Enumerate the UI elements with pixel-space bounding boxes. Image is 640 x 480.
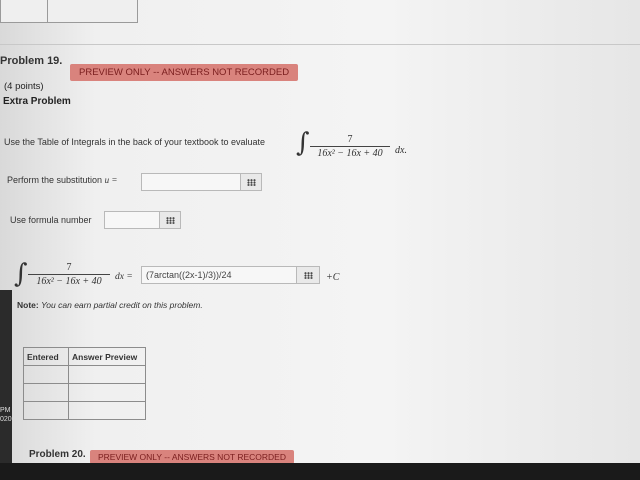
- taskbar-strip: PM 020: [0, 290, 12, 465]
- answer-integrand-numerator: 7: [66, 262, 72, 273]
- answer-integrand-fraction: 7 16x² − 16x + 40: [28, 262, 110, 287]
- integrand-denominator: 16x² − 16x + 40: [317, 148, 383, 159]
- problem-20-title: Problem 20.: [29, 449, 86, 460]
- equation-editor-icon[interactable]: [159, 211, 181, 229]
- preview-only-badge: PREVIEW ONLY -- ANSWERS NOT RECORDED: [90, 450, 294, 464]
- table-cell: [1, 0, 48, 22]
- substitution-input[interactable]: [141, 173, 241, 191]
- answer-differential: dx =: [115, 272, 133, 282]
- table-cell: [68, 401, 146, 420]
- table-cell: [68, 365, 146, 384]
- equation-editor-icon[interactable]: [296, 266, 320, 284]
- table-row: [23, 401, 146, 420]
- table-cell: [68, 383, 146, 402]
- formula-number-input[interactable]: [104, 211, 160, 229]
- plus-c: +C: [326, 272, 340, 283]
- substitution-label: Perform the substitution u =: [7, 175, 117, 185]
- table-cell: [23, 401, 69, 420]
- fraction-bar: [310, 146, 390, 147]
- substitution-variable: u =: [104, 175, 118, 185]
- note-label: Note:: [17, 300, 39, 310]
- webwork-page: Problem 19. PREVIEW ONLY -- ANSWERS NOT …: [0, 0, 640, 480]
- previous-answer-table: [0, 0, 138, 23]
- fraction-bar: [28, 274, 110, 275]
- integrand-numerator: 7: [347, 134, 353, 145]
- substitution-label-text: Perform the substitution: [7, 175, 103, 185]
- answer-integral-sign: ∫: [14, 259, 28, 289]
- table-row: [23, 383, 146, 402]
- equation-editor-icon[interactable]: [240, 173, 262, 191]
- integrand-fraction: 7 16x² − 16x + 40: [310, 134, 390, 159]
- instruction-text: Use the Table of Integrals in the back o…: [4, 137, 265, 147]
- antiderivative-input[interactable]: (7arctan((2x-1)/3))/24: [141, 266, 297, 284]
- differential: dx.: [395, 145, 407, 156]
- column-header-answer-preview: Answer Preview: [68, 347, 146, 366]
- table-header-row: Entered Answer Preview: [23, 347, 146, 366]
- divider: [0, 44, 640, 45]
- problem-19-title: Problem 19.: [0, 55, 63, 67]
- taskbar-time: PM: [0, 407, 11, 414]
- problem-heading: Extra Problem: [3, 96, 71, 107]
- answer-preview-table: Entered Answer Preview: [23, 347, 146, 420]
- table-cell: [23, 383, 69, 402]
- note-text: You can earn partial credit on this prob…: [41, 300, 203, 310]
- monitor-bezel: [0, 463, 640, 480]
- partial-credit-note: Note: You can earn partial credit on thi…: [17, 300, 203, 310]
- table-cell: [23, 365, 69, 384]
- integral-sign: ∫: [296, 128, 310, 158]
- preview-only-badge: PREVIEW ONLY -- ANSWERS NOT RECORDED: [70, 64, 299, 81]
- answer-integrand-denominator: 16x² − 16x + 40: [36, 276, 102, 287]
- formula-label: Use formula number: [10, 215, 92, 225]
- taskbar-date: 020: [0, 416, 12, 423]
- column-header-entered: Entered: [23, 347, 69, 366]
- problem-points: (4 points): [4, 81, 44, 92]
- table-row: [23, 365, 146, 384]
